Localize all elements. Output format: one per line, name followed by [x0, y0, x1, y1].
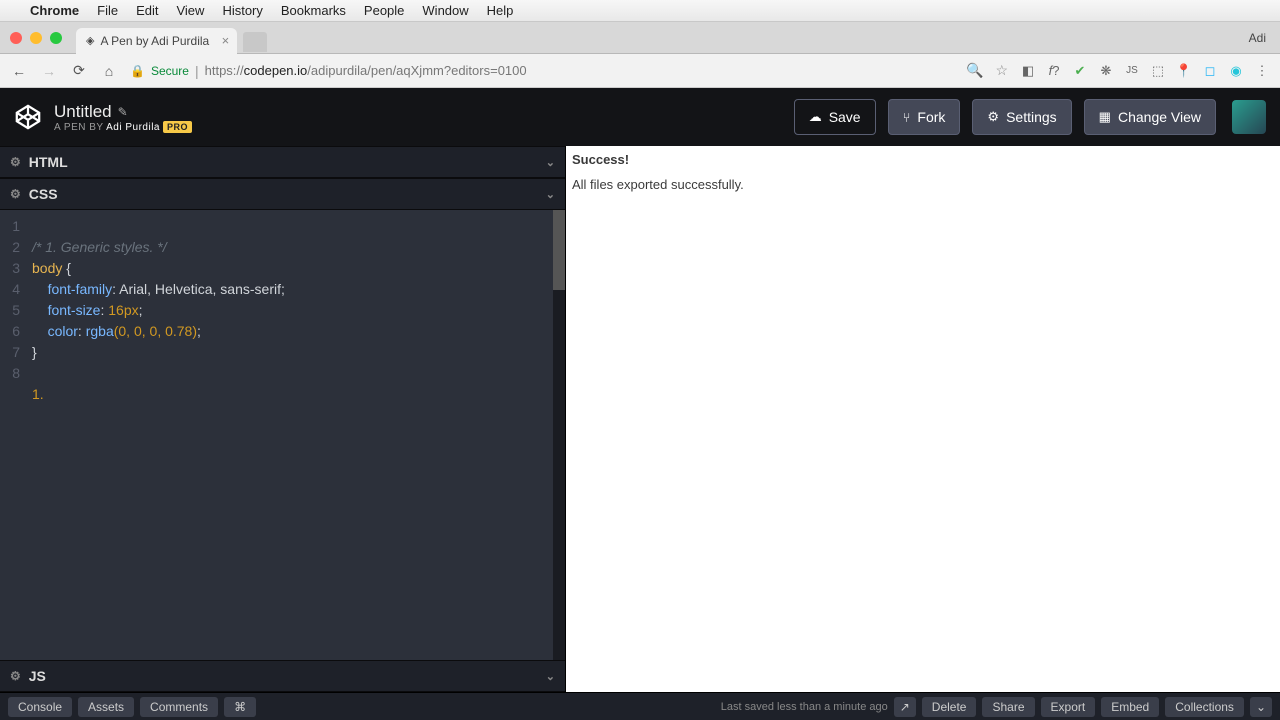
home-button[interactable]: ⌂ — [100, 63, 118, 79]
code-content[interactable]: /* 1. Generic styles. */ body { font-fam… — [26, 210, 285, 660]
menu-people[interactable]: People — [364, 3, 404, 18]
menu-history[interactable]: History — [222, 3, 262, 18]
ext-circle-icon[interactable]: ◉ — [1228, 63, 1244, 79]
tab-title: A Pen by Adi Purdila — [100, 34, 209, 48]
browser-tab[interactable]: ◈ A Pen by Adi Purdila × — [76, 28, 237, 54]
macos-menubar: Chrome File Edit View History Bookmarks … — [0, 0, 1280, 22]
reload-button[interactable]: ⟳ — [70, 62, 88, 79]
layout-icon: ▦ — [1099, 109, 1111, 125]
ext-pin-icon[interactable]: 📍 — [1176, 63, 1192, 79]
browser-toolbar: ← → ⟳ ⌂ 🔒 Secure | https://codepen.io/ad… — [0, 54, 1280, 88]
forward-button[interactable]: → — [40, 63, 58, 79]
search-in-page-icon[interactable]: 🔍 — [966, 62, 983, 79]
fork-icon: ⑂ — [903, 110, 911, 125]
open-external-icon[interactable]: ↗ — [894, 697, 916, 717]
fork-button[interactable]: ⑂Fork — [888, 99, 961, 135]
back-button[interactable]: ← — [10, 63, 28, 79]
save-status: Last saved less than a minute ago — [721, 701, 888, 713]
tab-favicon-icon: ◈ — [86, 34, 94, 47]
codepen-header: Untitled ✎ A PEN BY Adi PurdilaPRO ☁Save… — [0, 88, 1280, 146]
editor-scrollbar[interactable] — [553, 210, 565, 660]
share-button[interactable]: Share — [982, 697, 1034, 717]
byline-prefix: A PEN BY — [54, 122, 106, 133]
ext-color-icon[interactable]: ❋ — [1098, 63, 1114, 79]
menu-file[interactable]: File — [97, 3, 118, 18]
codepen-footer: Console Assets Comments ⌘ Last saved les… — [0, 692, 1280, 720]
comments-button[interactable]: Comments — [140, 697, 218, 717]
author-link[interactable]: Adi Purdila — [106, 122, 160, 133]
menu-edit[interactable]: Edit — [136, 3, 158, 18]
menu-view[interactable]: View — [176, 3, 204, 18]
codepen-body: ⚙ HTML ⌄ ⚙ CSS ⌄ 12345678 /* 1. Generic … — [0, 146, 1280, 692]
url-text: https://codepen.io/adipurdila/pen/aqXjmm… — [205, 63, 527, 78]
console-button[interactable]: Console — [8, 697, 72, 717]
more-icon[interactable]: ⋮ — [1254, 63, 1270, 79]
ext-check-icon[interactable]: ✔ — [1072, 63, 1088, 79]
collections-button[interactable]: Collections — [1165, 697, 1244, 717]
js-label: JS — [29, 668, 46, 684]
chevron-down-icon[interactable]: ⌄ — [1250, 697, 1272, 717]
js-panel-header[interactable]: ⚙ JS ⌄ — [0, 660, 565, 692]
menu-help[interactable]: Help — [487, 3, 514, 18]
minimize-window-icon[interactable] — [30, 32, 42, 44]
embed-button[interactable]: Embed — [1101, 697, 1159, 717]
address-bar[interactable]: 🔒 Secure | https://codepen.io/adipurdila… — [130, 63, 954, 79]
preview-pane: Success! All files exported successfully… — [566, 146, 1280, 692]
editors-column: ⚙ HTML ⌄ ⚙ CSS ⌄ 12345678 /* 1. Generic … — [0, 146, 566, 692]
zoom-window-icon[interactable] — [50, 32, 62, 44]
ext-box-icon[interactable]: ◻ — [1202, 63, 1218, 79]
css-collapse-icon[interactable]: ⌄ — [546, 188, 555, 201]
url-separator: | — [195, 63, 199, 79]
pen-title[interactable]: Untitled — [54, 102, 112, 122]
save-button[interactable]: ☁Save — [794, 99, 876, 135]
browser-tabstrip: ◈ A Pen by Adi Purdila × Adi — [0, 22, 1280, 54]
tab-close-icon[interactable]: × — [222, 33, 230, 48]
html-collapse-icon[interactable]: ⌄ — [546, 156, 555, 169]
secure-label: Secure — [151, 64, 189, 78]
menu-appname[interactable]: Chrome — [30, 3, 79, 18]
html-settings-icon[interactable]: ⚙ — [10, 155, 21, 169]
avatar[interactable] — [1232, 100, 1266, 134]
lock-icon: 🔒 — [130, 64, 145, 78]
css-settings-icon[interactable]: ⚙ — [10, 187, 21, 201]
close-window-icon[interactable] — [10, 32, 22, 44]
settings-button[interactable]: ⚙Settings — [972, 99, 1071, 135]
html-panel-header[interactable]: ⚙ HTML ⌄ — [0, 146, 565, 178]
window-controls — [10, 32, 62, 44]
change-view-button[interactable]: ▦Change View — [1084, 99, 1216, 135]
extension-icons: ◧ f? ✔ ❋ JS ⬚ 📍 ◻ ◉ ⋮ — [1020, 63, 1270, 79]
codepen-logo-icon[interactable] — [14, 103, 42, 131]
ext-pocket-icon[interactable]: ◧ — [1020, 63, 1036, 79]
browser-profile[interactable]: Adi — [1249, 31, 1266, 45]
edit-title-icon[interactable]: ✎ — [118, 105, 128, 119]
bookmark-star-icon[interactable]: ☆ — [995, 62, 1008, 79]
line-gutter: 12345678 — [0, 210, 26, 660]
cloud-icon: ☁ — [809, 109, 822, 125]
shortcuts-button[interactable]: ⌘ — [224, 697, 256, 717]
ext-font-icon[interactable]: f? — [1046, 63, 1062, 79]
html-label: HTML — [29, 154, 68, 170]
menu-bookmarks[interactable]: Bookmarks — [281, 3, 346, 18]
js-collapse-icon[interactable]: ⌄ — [546, 670, 555, 683]
pro-badge: PRO — [163, 121, 192, 133]
css-editor[interactable]: 12345678 /* 1. Generic styles. */ body {… — [0, 210, 565, 660]
preview-heading: Success! — [572, 152, 1274, 167]
delete-button[interactable]: Delete — [922, 697, 977, 717]
new-tab-button[interactable] — [243, 32, 267, 52]
ext-cube-icon[interactable]: ⬚ — [1150, 63, 1166, 79]
css-label: CSS — [29, 186, 58, 202]
export-button[interactable]: Export — [1041, 697, 1096, 717]
js-settings-icon[interactable]: ⚙ — [10, 669, 21, 683]
assets-button[interactable]: Assets — [78, 697, 134, 717]
gear-icon: ⚙ — [987, 109, 999, 125]
ext-js-icon[interactable]: JS — [1124, 63, 1140, 79]
css-panel-header[interactable]: ⚙ CSS ⌄ — [0, 178, 565, 210]
menu-window[interactable]: Window — [422, 3, 468, 18]
preview-text: All files exported successfully. — [572, 177, 1274, 192]
